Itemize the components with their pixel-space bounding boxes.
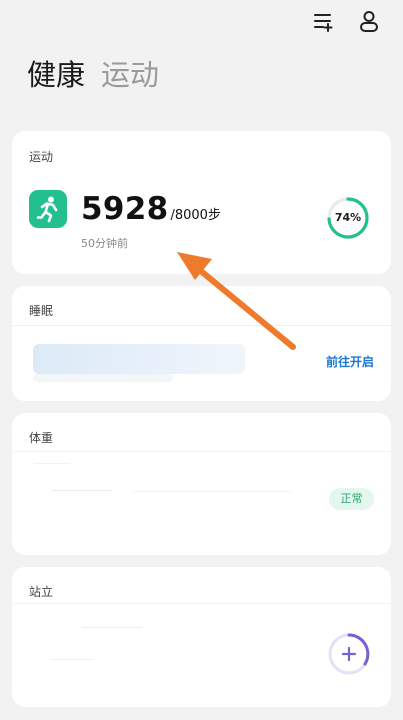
- page-title-row: 健康 运动: [27, 52, 159, 94]
- divider: [12, 325, 391, 326]
- faint-text: [82, 627, 142, 628]
- status-badge: 正常: [329, 488, 374, 510]
- faint-text: [34, 463, 70, 464]
- plus-icon[interactable]: [328, 633, 370, 675]
- faint-text: [132, 491, 292, 492]
- blurred-content: [33, 374, 173, 382]
- blurred-content: [33, 344, 245, 374]
- sleep-card-title: 睡眠: [29, 304, 54, 318]
- step-goal: /8000步: [170, 208, 221, 223]
- divider: [12, 451, 391, 452]
- sleep-card[interactable]: 睡眠 前往开启: [12, 286, 391, 401]
- running-person-icon: [29, 190, 67, 228]
- go-enable-link[interactable]: 前往开启: [326, 353, 374, 370]
- tab-sport[interactable]: 运动: [101, 52, 159, 94]
- weight-card[interactable]: 体重 正常: [12, 413, 391, 555]
- stand-card[interactable]: 站立: [12, 567, 391, 707]
- divider: [12, 603, 391, 604]
- progress-percent: 74%: [334, 211, 362, 224]
- faint-text: [52, 659, 92, 660]
- sport-card[interactable]: 运动 5928 /8000步 50分钟前 74%: [12, 131, 391, 274]
- top-bar: [0, 0, 403, 44]
- weight-card-title: 体重: [29, 431, 54, 445]
- stand-card-title: 站立: [29, 585, 54, 599]
- list-add-icon[interactable]: [310, 8, 336, 34]
- step-count: 5928 /8000步: [81, 191, 221, 227]
- last-updated: 50分钟前: [81, 237, 128, 250]
- step-count-value: 5928: [81, 191, 169, 227]
- faint-text: [52, 490, 112, 491]
- sport-card-title: 运动: [29, 150, 54, 164]
- user-icon[interactable]: [356, 8, 382, 34]
- tab-health[interactable]: 健康: [27, 52, 85, 94]
